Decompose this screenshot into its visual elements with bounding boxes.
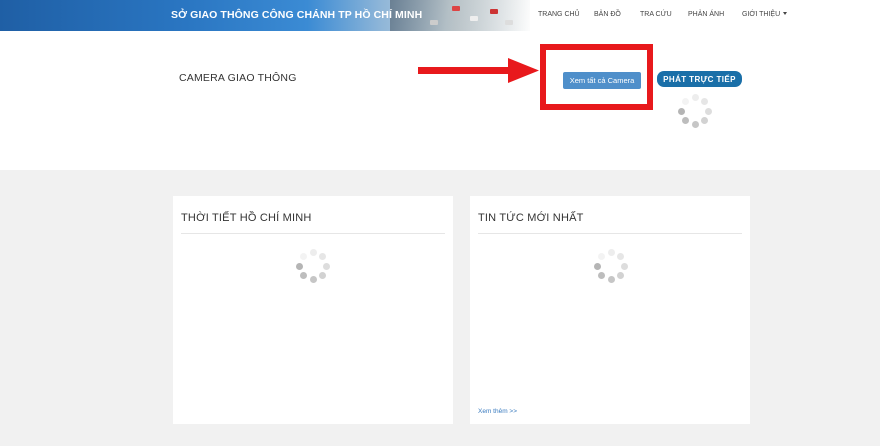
loading-spinner-icon — [594, 249, 628, 283]
nav-lookup[interactable]: TRA CỨU — [640, 11, 672, 18]
card-divider — [478, 233, 742, 234]
weather-card: THỜI TIẾT HỒ CHÍ MINH — [173, 196, 453, 424]
banner-vehicle — [505, 20, 513, 25]
banner-vehicle — [470, 16, 478, 21]
site-title[interactable]: SỞ GIAO THÔNG CÔNG CHÁNH TP HỒ CHÍ MINH — [171, 9, 422, 21]
banner-vehicle — [490, 9, 498, 14]
camera-section-title: CAMERA GIAO THÔNG — [179, 72, 297, 84]
live-stream-button[interactable]: PHÁT TRỰC TIẾP — [657, 71, 742, 87]
banner-vehicle — [430, 20, 438, 25]
news-card-title: TIN TỨC MỚI NHẤT — [478, 212, 584, 224]
nav-about[interactable]: GIỚI THIỆU — [742, 11, 788, 18]
banner-vehicle — [452, 6, 460, 11]
camera-section — [0, 31, 880, 170]
nav-about-label: GIỚI THIỆU — [742, 11, 781, 18]
news-card: TIN TỨC MỚI NHẤT Xem thêm >> — [470, 196, 750, 424]
nav-feedback[interactable]: PHẢN ÁNH — [688, 11, 724, 18]
annotation-arrow-icon — [418, 58, 539, 83]
news-more-link[interactable]: Xem thêm >> — [478, 408, 517, 415]
caret-down-icon — [783, 12, 788, 15]
nav-map[interactable]: BẢN ĐỒ — [594, 11, 621, 18]
loading-spinner-icon — [296, 249, 330, 283]
view-all-cameras-button[interactable]: Xem tất cả Camera — [563, 72, 641, 89]
site-header: SỞ GIAO THÔNG CÔNG CHÁNH TP HỒ CHÍ MINH … — [0, 0, 880, 31]
weather-card-title: THỜI TIẾT HỒ CHÍ MINH — [181, 212, 312, 224]
nav-home[interactable]: TRANG CHỦ — [538, 11, 580, 18]
loading-spinner-icon — [678, 94, 712, 128]
card-divider — [181, 233, 445, 234]
